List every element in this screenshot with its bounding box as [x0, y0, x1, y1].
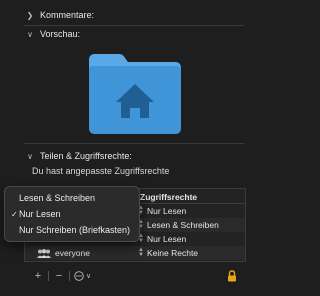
chevron-down-icon: ∨: [86, 273, 92, 280]
menu-item-read-write[interactable]: Lesen & Schreiben: [5, 190, 139, 206]
home-folder-icon: [89, 54, 181, 134]
checkmark-icon: ✓: [11, 209, 18, 219]
menu-item-label: Nur Schreiben (Briefkasten): [19, 225, 131, 235]
remove-user-button[interactable]: −: [53, 270, 65, 282]
user-name: everyone: [55, 248, 90, 258]
divider: [24, 25, 244, 26]
toolbar-separator: [69, 271, 70, 281]
privilege-select[interactable]: ▲ ▼ Keine Rechte: [138, 246, 198, 260]
chevron-right-icon[interactable]: ❯: [24, 11, 36, 20]
menu-item-write-only[interactable]: Nur Schreiben (Briefkasten): [5, 222, 139, 238]
preview-section-header[interactable]: ∨ Vorschau:: [0, 29, 250, 39]
chevron-down-icon[interactable]: ∨: [24, 30, 36, 39]
privilege-popup-menu: Lesen & Schreiben ✓ Nur Lesen Nur Schrei…: [4, 186, 140, 242]
divider: [24, 143, 244, 144]
sharing-status-text: Du hast angepasste Zugriffsrechte: [32, 166, 170, 176]
privilege-column-header[interactable]: Zugriffsrechte: [140, 192, 197, 202]
sharing-section-header[interactable]: ∨ Teilen & Zugriffsrechte:: [0, 151, 250, 161]
privilege-select[interactable]: ▲ ▼ Nur Lesen: [138, 232, 186, 246]
permissions-toolbar: + − ∨: [32, 270, 91, 282]
more-options-icon: [74, 271, 84, 281]
privilege-select[interactable]: ▲ ▼ Nur Lesen: [138, 204, 186, 218]
user-name-cell: everyone: [37, 248, 90, 258]
preview-label: Vorschau:: [40, 29, 81, 39]
comments-label: Kommentare:: [40, 10, 95, 20]
add-user-button[interactable]: +: [32, 270, 44, 282]
lock-icon-button[interactable]: [227, 270, 237, 284]
privilege-value: Keine Rechte: [147, 248, 199, 258]
updown-arrows-icon: ▲ ▼: [138, 247, 144, 258]
chevron-down-icon[interactable]: ∨: [24, 152, 36, 161]
lock-icon: [228, 270, 236, 282]
group-icon: [37, 248, 51, 258]
privilege-value: Nur Lesen: [147, 234, 187, 244]
folder-preview-image: [85, 50, 185, 136]
menu-item-read-only[interactable]: ✓ Nur Lesen: [5, 206, 139, 222]
comments-section-header[interactable]: ❯ Kommentare:: [0, 10, 250, 20]
menu-item-label: Nur Lesen: [19, 209, 61, 219]
sharing-label: Teilen & Zugriffsrechte:: [40, 151, 132, 161]
action-menu-button[interactable]: ∨: [74, 271, 91, 281]
toolbar-separator: [48, 271, 49, 281]
menu-item-label: Lesen & Schreiben: [19, 193, 96, 203]
privilege-select[interactable]: ▲ ▼ Lesen & Schreiben: [138, 218, 219, 232]
table-row[interactable]: everyone ▲ ▼ Keine Rechte: [25, 246, 245, 260]
privilege-value: Lesen & Schreiben: [147, 220, 219, 230]
privilege-value: Nur Lesen: [147, 206, 187, 216]
